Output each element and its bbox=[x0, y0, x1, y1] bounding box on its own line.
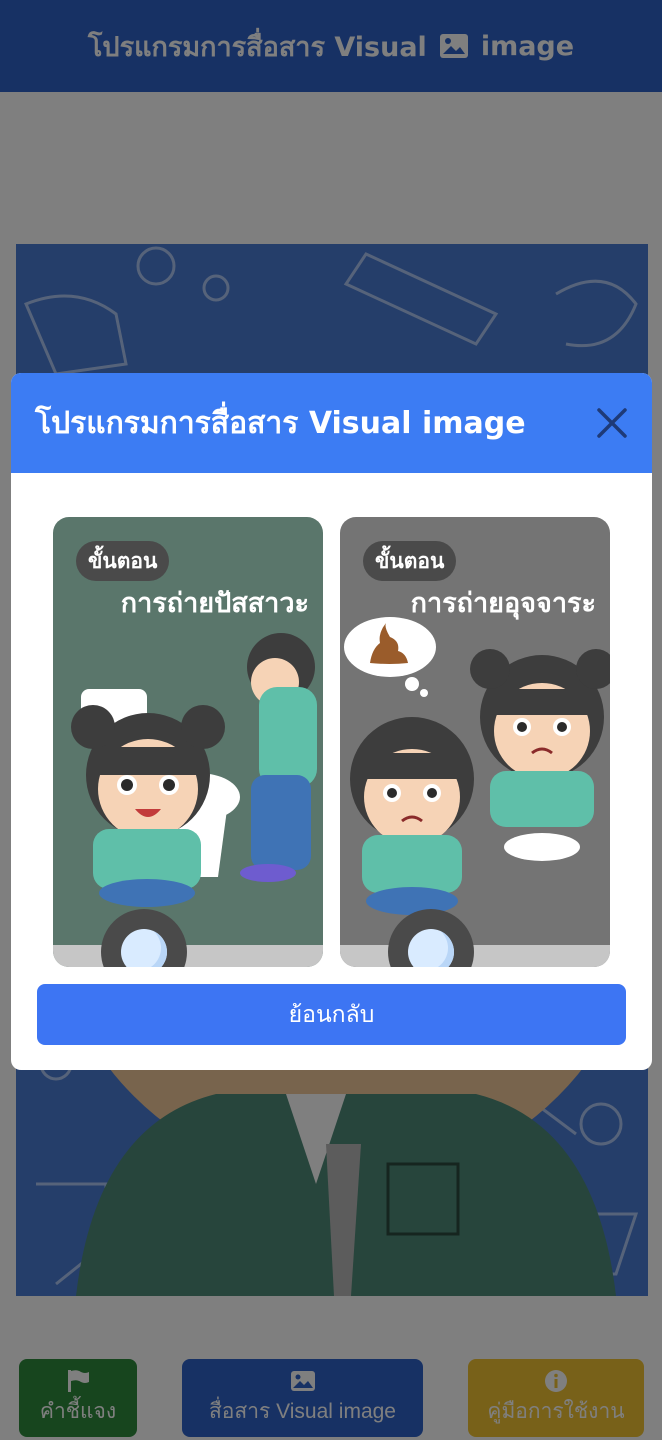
card-step-badge: ขั้นตอน bbox=[363, 541, 457, 581]
card-defecation[interactable]: ขั้นตอน การถ่ายอุจจาระ bbox=[340, 517, 610, 967]
card-step-badge: ขั้นตอน bbox=[76, 541, 170, 581]
visual-image-modal: โปรแกรมการสื่อสาร Visual image ขั้นตอน ก… bbox=[11, 373, 652, 1070]
card-footer bbox=[340, 945, 610, 967]
card-title: การถ่ายปัสสาวะ bbox=[120, 588, 309, 619]
card-title: การถ่ายอุจจาระ bbox=[410, 588, 596, 619]
card-footer bbox=[53, 945, 323, 967]
modal-header: โปรแกรมการสื่อสาร Visual image bbox=[11, 373, 652, 473]
close-icon[interactable] bbox=[594, 405, 630, 441]
card-urination[interactable]: ขั้นตอน การถ่ายปัสสาวะ bbox=[53, 517, 323, 967]
modal-title: โปรแกรมการสื่อสาร Visual image bbox=[35, 405, 526, 441]
back-button[interactable]: ย้อนกลับ bbox=[37, 984, 626, 1045]
